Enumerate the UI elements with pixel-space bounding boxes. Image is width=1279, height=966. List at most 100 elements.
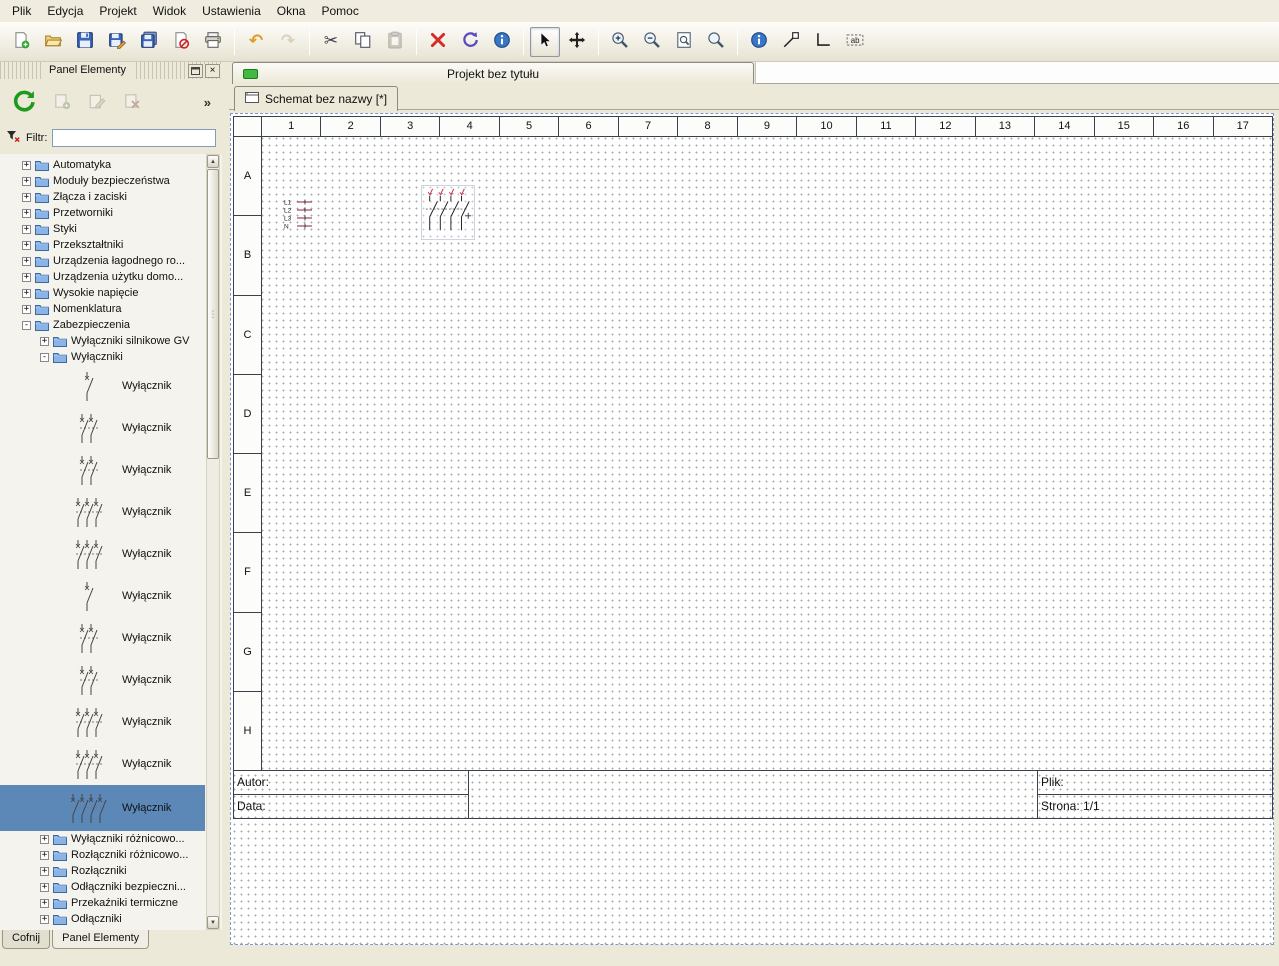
rotate-button[interactable] <box>455 27 485 57</box>
cut-button[interactable]: ✂ <box>316 27 346 57</box>
save-as-button[interactable] <box>102 27 132 57</box>
tree-folder[interactable]: +Wyłączniki silnikowe GV <box>0 333 205 349</box>
clear-filter-icon[interactable] <box>6 129 21 147</box>
tree-folder[interactable]: +Odłączniki bezpieczni... <box>0 879 205 895</box>
collapse-icon[interactable]: - <box>22 321 31 330</box>
tree-folder[interactable]: +Przekształtniki <box>0 237 205 253</box>
element-item[interactable]: Wyłącznik <box>0 659 205 701</box>
tree-folder[interactable]: +Moduły bezpieczeństwa <box>0 173 205 189</box>
panel-toolbar-overflow-button[interactable]: » <box>200 95 215 110</box>
panel-resize-handle[interactable] <box>222 62 229 966</box>
undo-button[interactable]: ↶ <box>241 27 271 57</box>
tree-folder[interactable]: +Nomenklatura <box>0 301 205 317</box>
expand-icon[interactable]: + <box>40 915 49 924</box>
tree-folder[interactable]: +Wyłączniki różnicowo... <box>0 831 205 847</box>
scrollbar-thumb[interactable]: ⋮ <box>207 169 219 459</box>
scroll-up-icon[interactable]: ▲ <box>207 155 219 168</box>
expand-icon[interactable]: + <box>22 193 31 202</box>
expand-icon[interactable]: + <box>22 257 31 266</box>
expand-icon[interactable]: + <box>22 161 31 170</box>
tab-schema[interactable]: Schemat bez nazwy [*] <box>234 86 398 111</box>
expand-icon[interactable]: + <box>22 177 31 186</box>
scroll-down-icon[interactable]: ▼ <box>207 916 219 929</box>
float-panel-button[interactable] <box>188 64 203 78</box>
tab-project[interactable]: Projekt bez tytułu <box>232 62 754 84</box>
expand-icon[interactable]: + <box>40 867 49 876</box>
save-all-button[interactable] <box>134 27 164 57</box>
menu-item-6[interactable]: Pomoc <box>313 1 366 21</box>
element-item[interactable]: Wyłącznik <box>0 449 205 491</box>
tree-folder[interactable]: +Urządzenia łagodnego ro... <box>0 253 205 269</box>
copy-button[interactable] <box>348 27 378 57</box>
delete-button[interactable] <box>423 27 453 57</box>
menu-item-4[interactable]: Ustawienia <box>194 1 269 21</box>
expand-icon[interactable]: + <box>22 241 31 250</box>
add-text-field-button[interactable]: ab <box>840 27 870 57</box>
expand-icon[interactable]: + <box>22 273 31 282</box>
tree-folder[interactable]: +Odłączniki <box>0 911 205 927</box>
terminal-labels-element[interactable]: L1L2L3N <box>283 195 319 236</box>
menu-item-1[interactable]: Edycja <box>39 1 91 21</box>
element-item[interactable]: Wyłącznik <box>0 743 205 785</box>
new-document-button[interactable] <box>6 27 36 57</box>
tree-folder[interactable]: +Automatyka <box>0 157 205 173</box>
element-item[interactable]: Wyłącznik <box>0 617 205 659</box>
menu-item-2[interactable]: Projekt <box>91 1 144 21</box>
save-button[interactable] <box>70 27 100 57</box>
reload-collections-button[interactable] <box>7 88 41 116</box>
paste-button[interactable] <box>380 27 410 57</box>
tree-folder[interactable]: -Zabezpieczenia <box>0 317 205 333</box>
expand-icon[interactable]: + <box>22 225 31 234</box>
expand-icon[interactable]: + <box>22 289 31 298</box>
expand-icon[interactable]: + <box>40 899 49 908</box>
menu-item-3[interactable]: Widok <box>145 1 194 21</box>
element-item-selected[interactable]: Wyłącznik <box>0 785 205 831</box>
zoom-fit-button[interactable] <box>669 27 699 57</box>
zoom-reset-button[interactable] <box>701 27 731 57</box>
close-document-button[interactable] <box>166 27 196 57</box>
panel-header[interactable]: Panel Elementy × <box>0 62 222 79</box>
tree-folder[interactable]: +Przetworniki <box>0 205 205 221</box>
expand-icon[interactable]: + <box>22 305 31 314</box>
tab-elements-panel[interactable]: Panel Elementy <box>52 930 149 949</box>
element-info-button[interactable] <box>744 27 774 57</box>
element-item[interactable]: Wyłącznik <box>0 701 205 743</box>
delete-element-button[interactable] <box>118 88 146 116</box>
menu-item-0[interactable]: Plik <box>4 1 39 21</box>
breaker-element[interactable] <box>421 185 475 240</box>
element-tree[interactable]: +Automatyka+Moduły bezpieczeństwa+Złącza… <box>0 157 205 930</box>
tree-scrollbar[interactable]: ▲ ⋮ ▼ <box>206 154 220 930</box>
tree-folder[interactable]: +Wysokie napięcie <box>0 285 205 301</box>
tree-folder[interactable]: +Rozłączniki różnicowo... <box>0 847 205 863</box>
element-item[interactable]: Wyłącznik <box>0 575 205 617</box>
collapse-icon[interactable]: - <box>40 353 49 362</box>
expand-icon[interactable]: + <box>22 209 31 218</box>
tree-folder[interactable]: +Przekaźniki termiczne <box>0 895 205 911</box>
add-terminal-button[interactable] <box>776 27 806 57</box>
print-button[interactable] <box>198 27 228 57</box>
expand-icon[interactable]: + <box>40 851 49 860</box>
new-element-button[interactable] <box>48 88 76 116</box>
filter-input[interactable] <box>52 129 216 147</box>
tree-folder[interactable]: +Styki <box>0 221 205 237</box>
zoom-out-button[interactable] <box>637 27 667 57</box>
edit-element-button[interactable] <box>83 88 111 116</box>
pan-mode-button[interactable] <box>562 27 592 57</box>
expand-icon[interactable]: + <box>40 337 49 346</box>
tree-folder[interactable]: +Rozłączniki <box>0 863 205 879</box>
element-item[interactable]: Wyłącznik <box>0 533 205 575</box>
expand-icon[interactable]: + <box>40 835 49 844</box>
tab-undo-panel[interactable]: Cofnij <box>2 930 50 949</box>
open-project-button[interactable] <box>38 27 68 57</box>
tree-folder[interactable]: +Złącza i zaciski <box>0 189 205 205</box>
menu-item-5[interactable]: Okna <box>269 1 314 21</box>
tree-folder[interactable]: +Urządzenia użytku domo... <box>0 269 205 285</box>
element-item[interactable]: Wyłącznik <box>0 407 205 449</box>
element-item[interactable]: Wyłącznik <box>0 365 205 407</box>
element-item[interactable]: Wyłącznik <box>0 491 205 533</box>
close-panel-button[interactable]: × <box>205 64 220 78</box>
add-conductor-button[interactable] <box>808 27 838 57</box>
redo-button[interactable]: ↷ <box>273 27 303 57</box>
schematic-canvas[interactable]: 1234567891011121314151617 ABCDEFGH Autor… <box>230 113 1274 945</box>
zoom-in-button[interactable] <box>605 27 635 57</box>
